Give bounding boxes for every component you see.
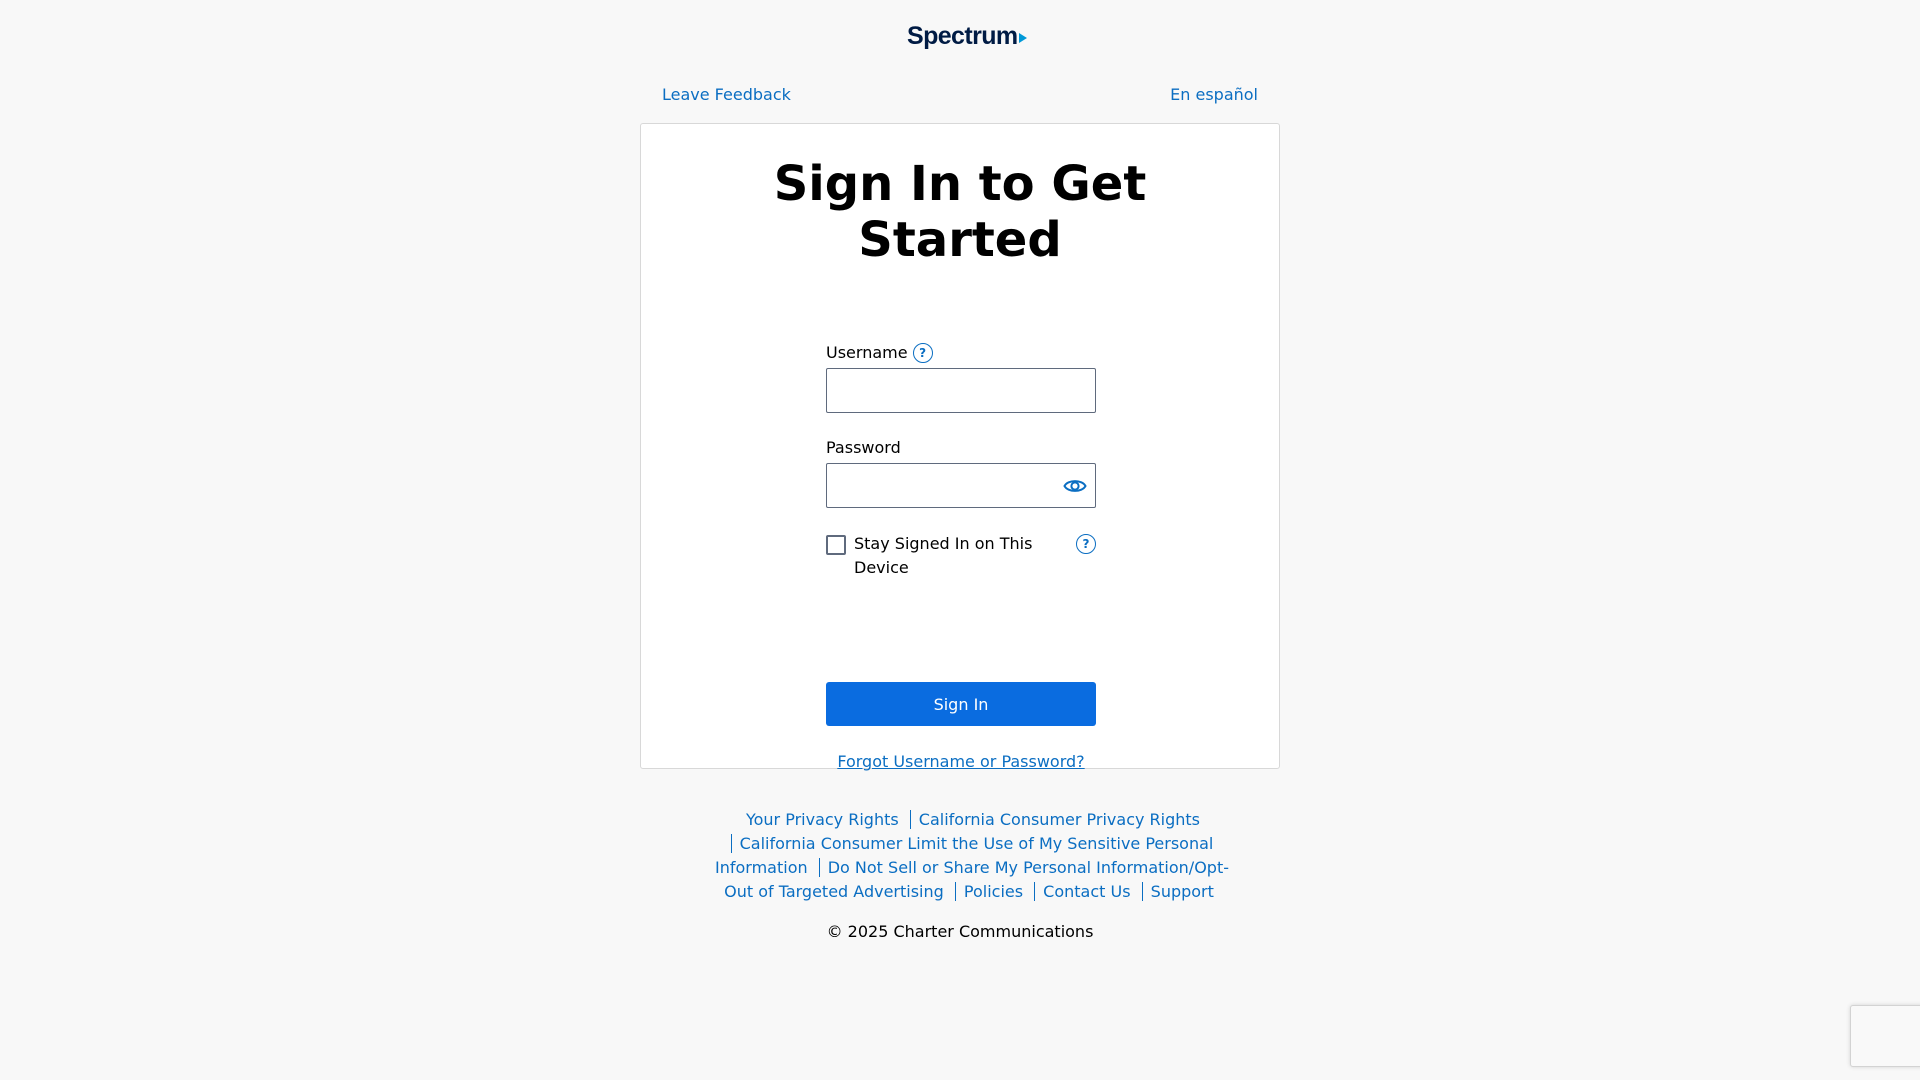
password-label: Password (826, 438, 901, 457)
stay-signed-in-row: Stay Signed In on This Device ? (826, 532, 1096, 582)
show-password-eye-icon[interactable] (1063, 475, 1087, 497)
stay-signed-in-label[interactable]: Stay Signed In on This Device (854, 532, 1044, 580)
language-toggle-link[interactable]: En español (1170, 85, 1258, 105)
footer-link-contact-us[interactable]: Contact Us (1034, 882, 1137, 901)
stay-signed-in-checkbox[interactable] (826, 535, 846, 555)
page-title: Sign In to Get Started (641, 156, 1279, 268)
footer-links: Your Privacy Rights California Consumer … (712, 808, 1232, 904)
username-help-icon[interactable]: ? (912, 343, 933, 363)
username-input[interactable] (827, 369, 1095, 412)
logo-arrow-icon (1018, 33, 1027, 43)
logo-wordmark: Spectrum (907, 22, 1018, 50)
sign-in-page: Spectrum Leave Feedback En español Sign … (0, 0, 1920, 1080)
sign-in-form: Username ? Password Stay Signed In on Th… (826, 342, 1096, 772)
stay-signed-in-help-icon[interactable]: ? (1076, 534, 1096, 554)
page-title-line-2: Started (858, 212, 1062, 268)
username-field-wrapper (826, 368, 1096, 413)
password-label-row: Password (826, 437, 1096, 459)
copyright-text: © 2025 Charter Communications (826, 922, 1094, 941)
username-label: Username (826, 343, 908, 362)
footer-link-support[interactable]: Support (1141, 882, 1220, 901)
page-title-line-1: Sign In to Get (773, 156, 1147, 212)
sign-in-card: Sign In to Get Started Username ? Passwo… (640, 123, 1280, 772)
password-input[interactable] (827, 464, 1095, 507)
recaptcha-badge[interactable] (1850, 1005, 1920, 1067)
forgot-username-password-link[interactable]: Forgot Username or Password? (826, 752, 1096, 772)
footer-link-california-privacy-rights[interactable]: California Consumer Privacy Rights (909, 810, 1207, 829)
username-label-row: Username ? (826, 342, 1096, 364)
footer-link-policies[interactable]: Policies (954, 882, 1030, 901)
spectrum-logo[interactable]: Spectrum (907, 22, 1027, 51)
footer-link-privacy-rights[interactable]: Your Privacy Rights (738, 810, 905, 829)
leave-feedback-link[interactable]: Leave Feedback (662, 85, 791, 105)
password-field-wrapper (826, 463, 1096, 508)
sign-in-button[interactable]: Sign In (826, 682, 1096, 726)
